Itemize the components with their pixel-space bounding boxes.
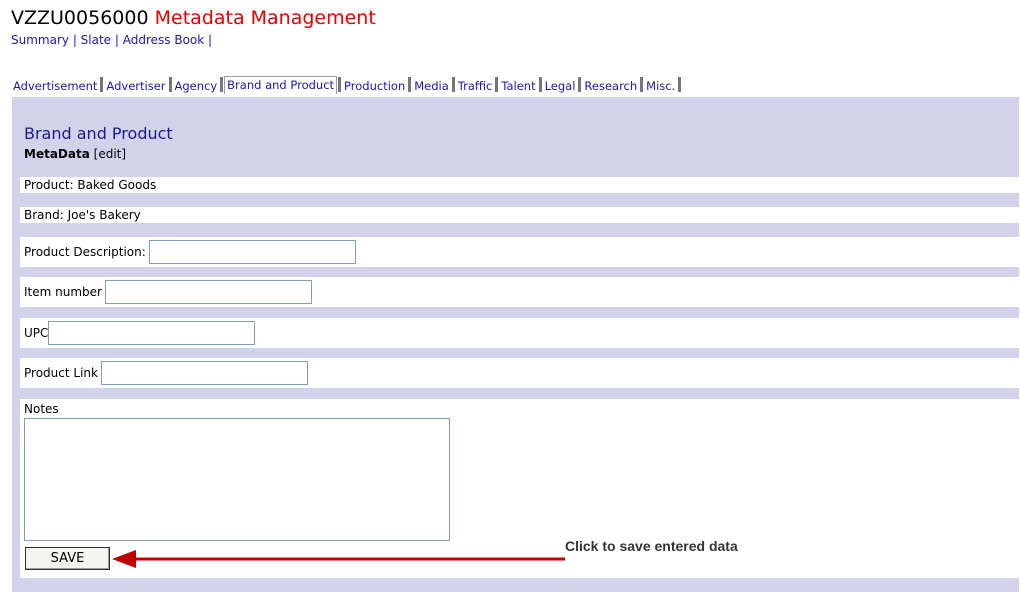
- tab-misc[interactable]: Misc.: [644, 78, 678, 94]
- edit-link[interactable]: [edit]: [94, 147, 126, 161]
- metadata-label: MetaData: [24, 147, 90, 161]
- tab-divider: [408, 77, 412, 92]
- save-hint-annotation: Click to save entered data: [565, 538, 738, 554]
- upc-row: UPC: [20, 318, 1019, 348]
- brand-row: Brand: Joe's Bakery: [20, 207, 1019, 223]
- nav-separator: |: [204, 33, 213, 47]
- tab-divider: [640, 77, 644, 92]
- product-text: Product: Baked Goods: [24, 178, 157, 192]
- nav-separator: |: [111, 33, 123, 47]
- tab-legal[interactable]: Legal: [542, 78, 578, 94]
- product-link-label: Product Link: [24, 366, 98, 380]
- item-number-input[interactable]: [104, 280, 312, 304]
- product-description-label: Product Description:: [24, 245, 146, 259]
- item-number-row: Item number: [20, 277, 1019, 307]
- tab-production[interactable]: Production: [342, 78, 408, 94]
- nav-link-address-book[interactable]: Address Book: [123, 33, 204, 47]
- tab-divider: [451, 77, 455, 92]
- annotation-arrow-icon: [112, 550, 565, 568]
- tab-bar: Advertisement Advertiser Agency Brand an…: [11, 75, 682, 94]
- brand-product-panel: Brand and Product MetaData [edit] Produc…: [12, 97, 1019, 592]
- item-number-label: Item number: [24, 285, 102, 299]
- nav-link-summary[interactable]: Summary: [11, 33, 69, 47]
- product-description-input[interactable]: [148, 240, 356, 264]
- tab-divider: [220, 77, 224, 92]
- upc-label: UPC: [24, 326, 49, 340]
- panel-title: Brand and Product: [24, 124, 173, 143]
- tab-research[interactable]: Research: [582, 78, 640, 94]
- tab-divider: [538, 77, 542, 92]
- metadata-heading: MetaData [edit]: [24, 147, 126, 161]
- tab-divider: [495, 77, 499, 92]
- product-description-row: Product Description:: [20, 237, 1019, 267]
- top-nav: Summary | Slate | Address Book |: [11, 33, 212, 47]
- tab-divider: [338, 77, 342, 92]
- tab-agency[interactable]: Agency: [172, 78, 220, 94]
- tab-advertiser[interactable]: Advertiser: [104, 78, 168, 94]
- tab-advertisement[interactable]: Advertisement: [11, 78, 100, 94]
- notes-textarea[interactable]: [24, 418, 450, 541]
- notes-label: Notes: [24, 402, 59, 416]
- nav-separator: |: [69, 33, 81, 47]
- tab-brand-and-product[interactable]: Brand and Product: [224, 76, 338, 94]
- nav-link-slate[interactable]: Slate: [81, 33, 111, 47]
- page-title: VZZU0056000 Metadata Management: [11, 7, 376, 29]
- tab-media[interactable]: Media: [412, 78, 451, 94]
- asset-code: VZZU0056000: [11, 7, 149, 29]
- product-link-row: Product Link: [20, 358, 1019, 388]
- tab-traffic[interactable]: Traffic: [455, 78, 495, 94]
- tab-divider: [100, 77, 104, 92]
- upc-input[interactable]: [48, 321, 256, 345]
- product-row: Product: Baked Goods: [20, 177, 1019, 193]
- save-button[interactable]: SAVE: [25, 547, 110, 570]
- product-link-input[interactable]: [100, 361, 308, 385]
- app-title: Metadata Management: [154, 7, 376, 29]
- brand-text: Brand: Joe's Bakery: [24, 208, 141, 222]
- tab-divider: [578, 77, 582, 92]
- tab-talent[interactable]: Talent: [499, 78, 538, 94]
- tab-divider: [678, 77, 682, 92]
- tab-divider: [168, 77, 172, 92]
